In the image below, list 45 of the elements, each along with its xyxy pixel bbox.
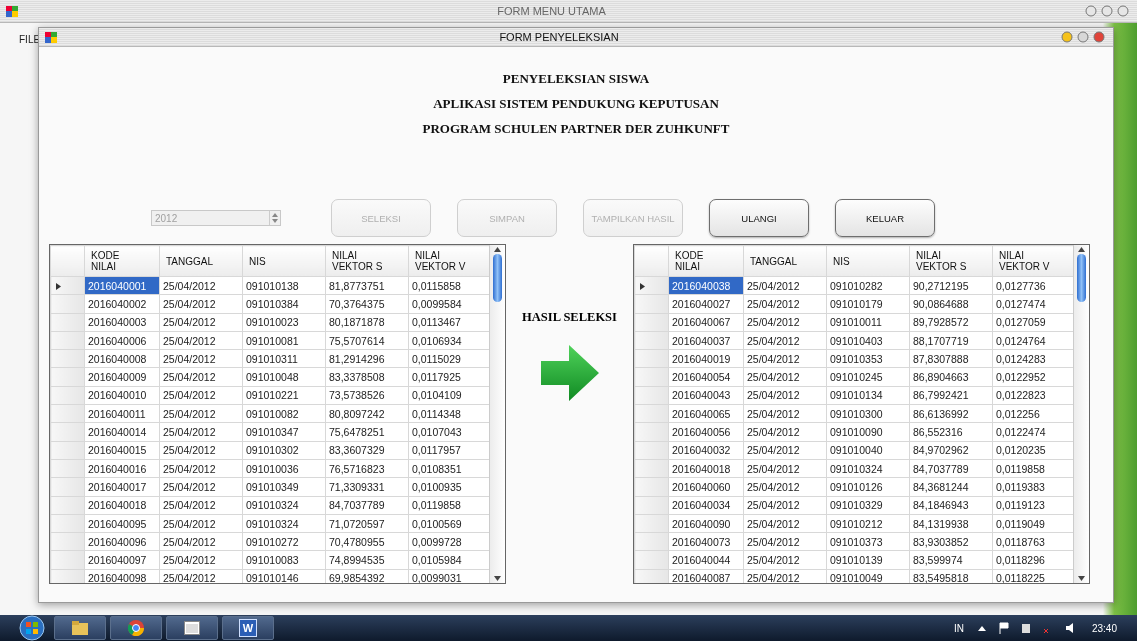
- column-header[interactable]: NILAI VEKTOR V: [992, 245, 1073, 277]
- current-row-icon: [640, 282, 645, 290]
- window-controls-icon[interactable]: [1061, 31, 1107, 43]
- scrollbar[interactable]: [489, 245, 505, 583]
- result-label: HASIL SELEKSI: [522, 310, 617, 325]
- taskbar-button[interactable]: [54, 616, 106, 640]
- dialog-title: FORM PENYELEKSIAN: [498, 31, 620, 43]
- scroll-up-icon[interactable]: [1078, 247, 1085, 252]
- folder-icon: [72, 621, 88, 635]
- app-icon: [6, 5, 18, 17]
- column-header[interactable]: KODE NILAI: [668, 245, 744, 277]
- scroll-thumb[interactable]: [493, 254, 502, 302]
- action-button[interactable]: ULANGI: [709, 199, 809, 237]
- heading: PENYELEKSIAN SISWA: [502, 71, 650, 87]
- clock[interactable]: 23:40: [1091, 622, 1117, 634]
- column-header[interactable]: TANGGAL: [743, 245, 827, 277]
- word-icon: W: [239, 619, 257, 637]
- scroll-thumb[interactable]: [1077, 254, 1086, 302]
- app-icon: [45, 31, 57, 43]
- scroll-down-icon[interactable]: [494, 576, 501, 581]
- taskbar-button[interactable]: [110, 616, 162, 640]
- action-button[interactable]: KELUAR: [835, 199, 935, 237]
- taskbar-button[interactable]: [166, 616, 218, 640]
- column-header[interactable]: NILAI VEKTOR S: [325, 245, 409, 277]
- column-header[interactable]: TANGGAL: [159, 245, 243, 277]
- column-header[interactable]: NIS: [826, 245, 910, 277]
- column-header[interactable]: KODE NILAI: [84, 245, 160, 277]
- column-header[interactable]: NIS: [242, 245, 326, 277]
- browser-icon: [128, 620, 144, 636]
- arrow-right-icon: [540, 345, 599, 401]
- scrollbar[interactable]: [1073, 245, 1089, 583]
- window-controls-icon[interactable]: [1085, 5, 1131, 17]
- corner-header: [634, 245, 669, 277]
- column-header[interactable]: NILAI VEKTOR S: [909, 245, 993, 277]
- current-row-icon: [56, 282, 61, 290]
- window-icon: [184, 621, 200, 635]
- corner-header: [50, 245, 85, 277]
- scroll-up-icon[interactable]: [494, 247, 501, 252]
- scroll-down-icon[interactable]: [1078, 576, 1085, 581]
- taskbar-button[interactable]: W: [222, 616, 274, 640]
- language-indicator[interactable]: IN: [953, 622, 964, 634]
- column-header[interactable]: NILAI VEKTOR V: [408, 245, 489, 277]
- window-title: FORM MENU UTAMA: [496, 5, 607, 17]
- heading: PROGRAM SCHULEN PARTNER DER ZUHKUNFT: [422, 121, 730, 137]
- heading: APLIKASI SISTEM PENDUKUNG KEPUTUSAN: [433, 96, 719, 112]
